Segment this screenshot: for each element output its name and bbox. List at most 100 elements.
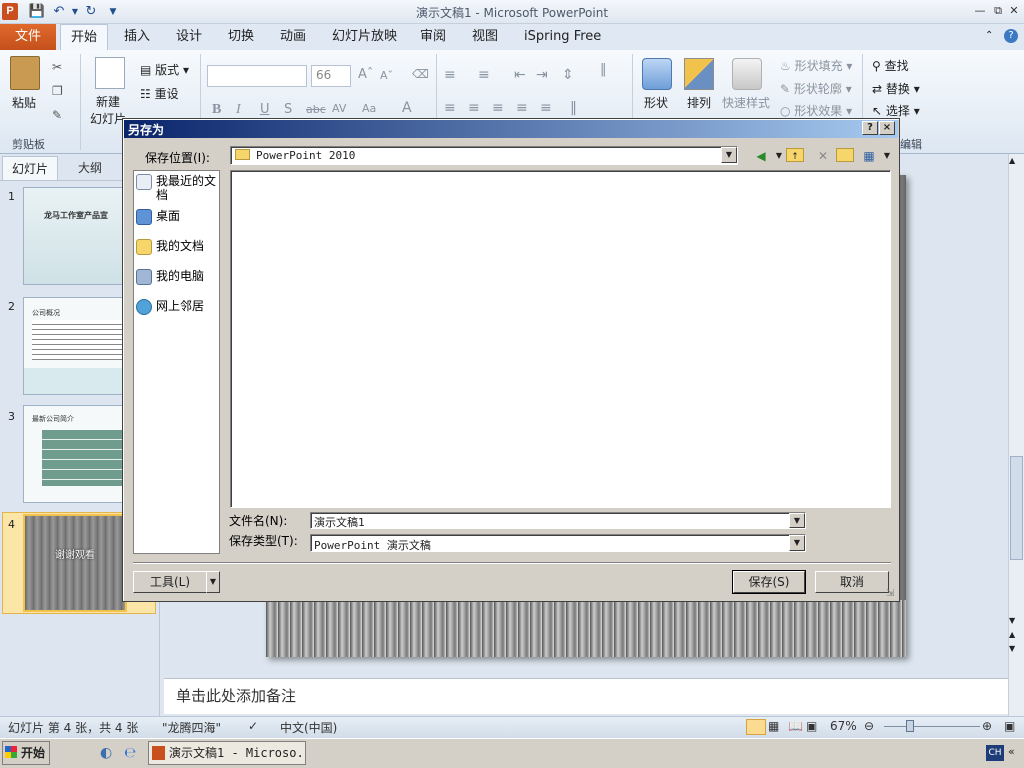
tab-insert[interactable]: 插入: [114, 24, 160, 50]
italic-icon[interactable]: I: [236, 102, 241, 118]
cancel-button[interactable]: 取消: [815, 571, 889, 593]
tools-dropdown-icon[interactable]: ▼: [206, 571, 220, 593]
tab-home[interactable]: 开始: [60, 24, 109, 50]
new-folder-icon[interactable]: [836, 148, 854, 162]
replace-button[interactable]: ⇄ 替换 ▾: [872, 80, 920, 97]
tab-outline[interactable]: 大纲: [60, 156, 120, 180]
change-case-icon[interactable]: Aa: [362, 102, 376, 115]
cut-icon[interactable]: ✂: [52, 60, 62, 74]
help-icon[interactable]: ?: [1004, 29, 1018, 43]
tab-slideshow[interactable]: 幻灯片放映: [322, 24, 407, 50]
tab-view[interactable]: 视图: [462, 24, 508, 50]
new-slide-label[interactable]: 新建: [96, 93, 120, 110]
save-button[interactable]: 保存(S): [732, 570, 806, 594]
place-desktop[interactable]: 桌面: [136, 209, 180, 225]
reading-view-icon[interactable]: 📖: [788, 719, 803, 733]
decrease-indent-icon[interactable]: ⇤: [514, 67, 526, 83]
place-my-computer[interactable]: 我的电脑: [136, 269, 204, 285]
zoom-in-icon[interactable]: ⊕: [982, 719, 992, 733]
justify-icon[interactable]: ≡: [516, 100, 528, 116]
shadow-icon[interactable]: S: [284, 102, 292, 117]
views-icon[interactable]: ▦: [860, 148, 878, 164]
minimize-ribbon-icon[interactable]: ⌃: [985, 30, 993, 41]
quick-styles-icon[interactable]: [732, 58, 762, 90]
copy-icon[interactable]: ❐: [52, 84, 63, 98]
theme-status[interactable]: "龙腾四海": [162, 719, 221, 736]
back-icon[interactable]: ◀: [752, 148, 770, 164]
next-slide-icon[interactable]: ▼: [1009, 644, 1015, 653]
fit-to-window-icon[interactable]: ▣: [1004, 719, 1015, 733]
shape-outline-button[interactable]: ✎ 形状轮廓 ▾: [780, 80, 852, 97]
tab-design[interactable]: 设计: [166, 24, 212, 50]
scroll-up-icon[interactable]: ▲: [1009, 156, 1015, 165]
place-network[interactable]: 网上邻居: [136, 299, 204, 315]
place-my-documents[interactable]: 我的文档: [136, 239, 204, 255]
ime-indicator[interactable]: CH: [986, 745, 1004, 761]
layout-button[interactable]: ▤ 版式 ▾: [140, 61, 189, 78]
slide-thumbnail[interactable]: 龙马工作室产品宣: [23, 187, 127, 285]
delete-icon[interactable]: ✕: [814, 148, 832, 164]
bullets-icon[interactable]: ≡: [444, 67, 456, 83]
distribute-icon[interactable]: ≡: [540, 100, 552, 116]
font-name-combo[interactable]: [207, 65, 307, 87]
paste-label[interactable]: 粘贴: [12, 94, 36, 111]
scrollbar-thumb[interactable]: [1010, 456, 1023, 560]
bold-icon[interactable]: B: [212, 102, 221, 118]
zoom-slider-track[interactable]: [884, 726, 980, 727]
slide-sorter-view-icon[interactable]: ▦: [768, 719, 779, 733]
shape-fill-button[interactable]: ♨ 形状填充 ▾: [780, 57, 852, 74]
tab-file[interactable]: 文件: [0, 24, 56, 50]
new-slide-label-2[interactable]: 幻灯片: [90, 110, 126, 127]
tab-ispring[interactable]: iSpring Free: [514, 24, 611, 50]
font-size-combo[interactable]: 66: [311, 65, 351, 87]
shape-effects-button[interactable]: ○ 形状效果 ▾: [780, 102, 852, 119]
zoom-slider-thumb[interactable]: [906, 720, 914, 732]
taskbar-item-powerpoint[interactable]: 演示文稿1 - Microso...: [148, 741, 306, 765]
desktop-icon[interactable]: ◐: [100, 745, 112, 761]
arrange-label[interactable]: 排列: [687, 94, 711, 111]
align-left-icon[interactable]: ≡: [444, 100, 456, 116]
paste-icon[interactable]: [10, 56, 40, 90]
spellcheck-icon[interactable]: ✓: [248, 719, 258, 733]
shape-label[interactable]: 形状: [644, 94, 668, 111]
dialog-help-button[interactable]: ?: [862, 121, 878, 135]
new-slide-icon[interactable]: [95, 57, 125, 89]
file-list[interactable]: [230, 170, 891, 508]
grow-font-icon[interactable]: Aˆ: [358, 67, 373, 82]
filename-input[interactable]: [310, 512, 806, 529]
scroll-down-icon[interactable]: ▼: [1009, 616, 1015, 625]
notes-placeholder[interactable]: 单击此处添加备注: [176, 685, 296, 706]
columns-icon[interactable]: ‖: [570, 100, 577, 116]
align-right-icon[interactable]: ≡: [492, 100, 504, 116]
tab-slides[interactable]: 幻灯片: [2, 156, 58, 180]
filetype-dropdown-icon[interactable]: ▼: [789, 535, 805, 551]
tools-button[interactable]: 工具(L): [133, 571, 207, 593]
numbering-icon[interactable]: ≡: [478, 67, 490, 83]
up-folder-icon[interactable]: ↑: [786, 148, 804, 162]
arrange-icon[interactable]: [684, 58, 714, 90]
save-in-dropdown-icon[interactable]: ▼: [721, 147, 737, 163]
close-window-icon[interactable]: ✕: [1006, 3, 1022, 19]
previous-slide-icon[interactable]: ▲: [1009, 630, 1015, 639]
char-spacing-icon[interactable]: AV: [332, 102, 346, 115]
underline-icon[interactable]: U: [260, 102, 270, 117]
shape-icon[interactable]: [642, 58, 672, 90]
format-painter-icon[interactable]: ✎: [52, 108, 62, 122]
minimize-icon[interactable]: —: [972, 3, 988, 19]
align-center-icon[interactable]: ≡: [468, 100, 480, 116]
tab-review[interactable]: 审阅: [410, 24, 456, 50]
slide-thumbnail[interactable]: 公司概况: [23, 297, 127, 395]
increase-indent-icon[interactable]: ⇥: [536, 67, 548, 83]
restore-icon[interactable]: ⧉: [990, 3, 1006, 19]
reset-button[interactable]: ☷ 重设: [140, 85, 179, 102]
clear-format-icon[interactable]: ⌫: [412, 67, 429, 81]
views-dropdown-icon[interactable]: ▼: [878, 148, 896, 164]
quick-styles-label[interactable]: 快速样式: [722, 94, 770, 111]
place-recent[interactable]: 我最近的文档: [136, 174, 218, 202]
dialog-close-button[interactable]: ×: [879, 121, 895, 135]
strikethrough-icon[interactable]: abc: [306, 103, 326, 116]
select-button[interactable]: ↖ 选择 ▾: [872, 102, 920, 119]
slideshow-view-icon[interactable]: ▣: [806, 719, 817, 733]
normal-view-icon[interactable]: [746, 719, 766, 735]
text-direction-icon[interactable]: ‖: [600, 62, 607, 77]
